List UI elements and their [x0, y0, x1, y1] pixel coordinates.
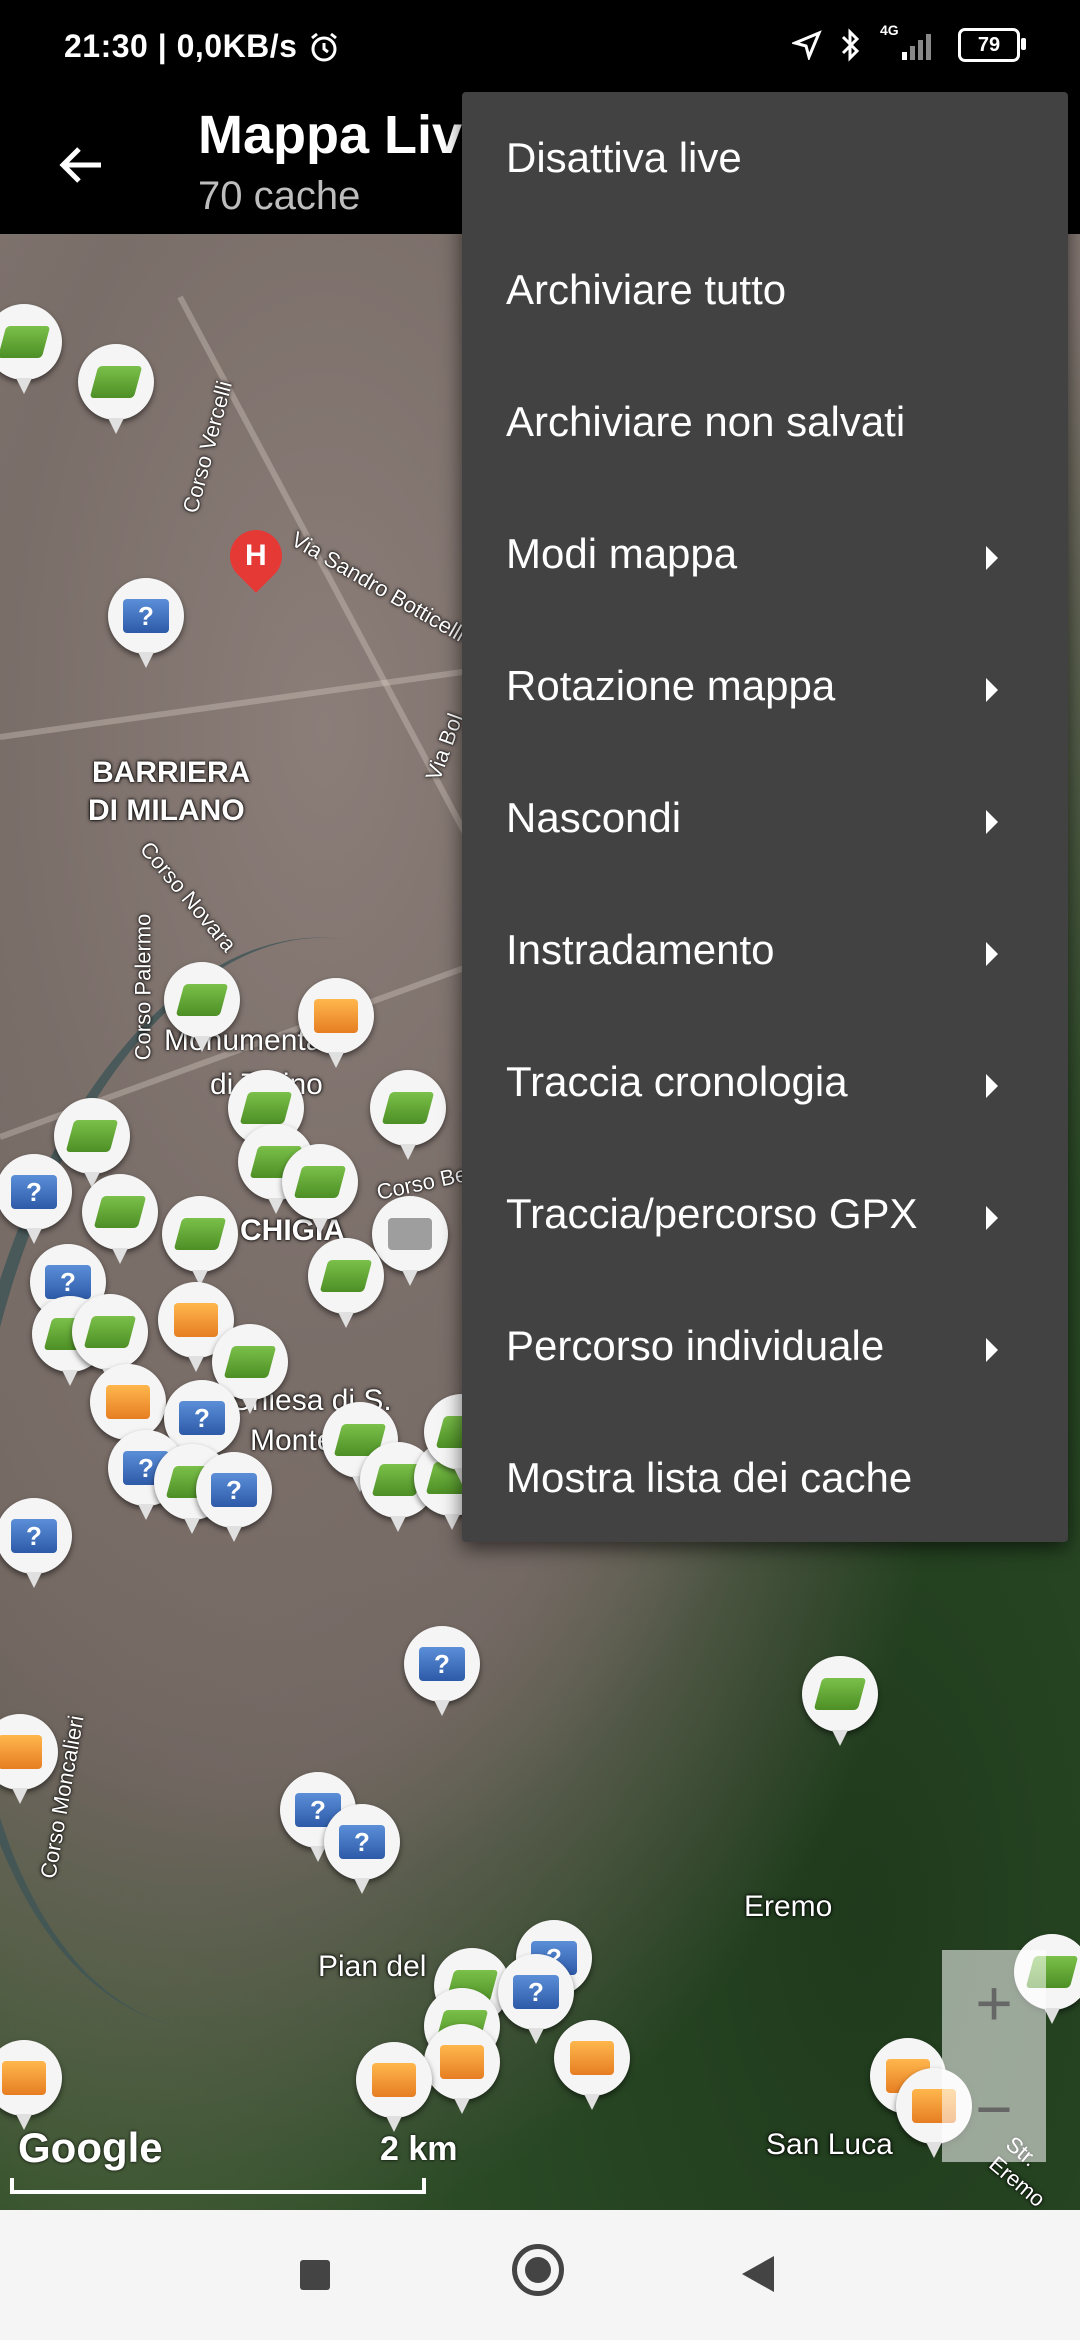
menu-item-map-rotation[interactable]: Rotazione mappa	[462, 620, 1068, 752]
map-label-place: Eremo	[744, 1890, 833, 1923]
system-back-button[interactable]	[742, 2256, 774, 2292]
home-button[interactable]	[512, 2244, 564, 2296]
menu-item-map-modes[interactable]: Modi mappa	[462, 488, 1068, 620]
page-subtitle: 70 cache	[198, 174, 361, 218]
submenu-arrow-icon	[986, 1206, 998, 1230]
cache-marker-traditional[interactable]	[78, 344, 154, 434]
map-label-place: San Luca	[766, 2128, 893, 2161]
map-label-district: BARRIERA	[92, 756, 251, 789]
cache-marker-traditional[interactable]	[54, 1098, 130, 1188]
status-bar: 21:30 | 0,0KB/s 4G 79	[0, 0, 1080, 96]
menu-item-history-track[interactable]: Traccia cronologia	[462, 1016, 1068, 1148]
arrow-left-icon	[59, 147, 101, 183]
cache-marker-multi[interactable]	[298, 978, 374, 1068]
status-left: 21:30 | 0,0KB/s	[64, 28, 341, 65]
cache-marker-traditional[interactable]	[162, 1196, 238, 1286]
map-label-place: Pian del	[318, 1950, 427, 1983]
overflow-menu: Disattiva live Archiviare tutto Archivia…	[462, 92, 1068, 1542]
cache-marker-mystery[interactable]: ?	[108, 578, 184, 668]
menu-item-hide[interactable]: Nascondi	[462, 752, 1068, 884]
cache-marker-multi[interactable]	[0, 2040, 62, 2130]
menu-item-label: Percorso individuale	[506, 1322, 885, 1369]
system-nav-bar	[0, 2210, 1080, 2340]
bluetooth-icon	[841, 28, 860, 62]
submenu-arrow-icon	[986, 1338, 998, 1362]
cache-marker-multi[interactable]	[424, 2024, 500, 2114]
scale-bar	[10, 2178, 426, 2194]
cache-marker-traditional[interactable]	[0, 304, 62, 394]
map-label-street: Corso Palermo	[130, 913, 156, 1061]
menu-item-label: Modi mappa	[506, 530, 738, 577]
back-button[interactable]	[48, 132, 114, 198]
submenu-arrow-icon	[986, 1074, 998, 1098]
map-label-place: Monte	[250, 1424, 334, 1457]
submenu-arrow-icon	[986, 546, 998, 570]
hospital-marker[interactable]: H	[219, 519, 293, 593]
location-arrow-icon	[792, 30, 822, 60]
cache-marker-traditional[interactable]	[282, 1144, 358, 1234]
cache-marker-traditional[interactable]	[802, 1656, 878, 1746]
menu-item-show-cache-list[interactable]: Mostra lista dei cache	[462, 1412, 1068, 1544]
signal-icon	[902, 34, 931, 60]
cache-marker-multi[interactable]	[90, 1364, 166, 1454]
status-time: 21:30 | 0,0KB/s	[64, 28, 298, 64]
zoom-controls: + −	[942, 1950, 1046, 2162]
menu-item-label: Mostra lista dei cache	[506, 1454, 913, 1501]
scale-label: 2 km	[380, 2130, 458, 2168]
cache-marker-traditional[interactable]	[82, 1174, 158, 1264]
page-title: Mappa Live	[198, 105, 493, 165]
submenu-arrow-icon	[986, 942, 998, 966]
cache-marker-mystery[interactable]: ?	[196, 1452, 272, 1542]
battery-icon: 79	[958, 28, 1026, 62]
menu-item-label: Nascondi	[506, 794, 682, 841]
menu-item-label: Traccia cronologia	[506, 1058, 848, 1105]
status-right: 4G 79	[792, 22, 1026, 62]
submenu-arrow-icon	[986, 810, 998, 834]
alarm-icon	[311, 32, 338, 61]
map-label-street: Corso Vercelli	[177, 378, 238, 516]
submenu-arrow-icon	[986, 678, 998, 702]
menu-item-label: Traccia/percorso GPX	[506, 1190, 918, 1237]
zoom-out-button[interactable]: −	[942, 2056, 1046, 2162]
menu-item-gpx-track[interactable]: Traccia/percorso GPX	[462, 1148, 1068, 1280]
menu-item-label: Archiviare tutto	[506, 266, 787, 313]
menu-item-archive-all[interactable]: Archiviare tutto	[462, 224, 1068, 356]
menu-item-archive-unsaved[interactable]: Archiviare non salvati	[462, 356, 1068, 488]
menu-item-label: Disattiva live	[506, 134, 742, 181]
cache-marker-traditional[interactable]	[308, 1238, 384, 1328]
cache-marker-multi[interactable]	[554, 2020, 630, 2110]
cache-marker-traditional[interactable]	[370, 1070, 446, 1160]
map-label-street: Via Sandro Botticelli	[287, 526, 470, 647]
cache-marker-multi[interactable]	[356, 2042, 432, 2132]
menu-item-label: Rotazione mappa	[506, 662, 836, 709]
battery-level: 79	[977, 33, 1001, 56]
signal-group: 4G	[880, 22, 940, 62]
map-label-district: DI MILANO	[88, 794, 245, 827]
google-logo: Google	[18, 2124, 163, 2171]
cache-marker-mystery[interactable]: ?	[324, 1804, 400, 1894]
menu-item-label: Instradamento	[506, 926, 775, 973]
cache-marker-mystery[interactable]: ?	[404, 1626, 480, 1716]
recents-button[interactable]	[300, 2260, 330, 2290]
menu-item-label: Archiviare non salvati	[506, 398, 906, 445]
cache-marker-archived[interactable]	[372, 1196, 448, 1286]
cache-marker-traditional[interactable]	[164, 962, 240, 1052]
menu-item-routing[interactable]: Instradamento	[462, 884, 1068, 1016]
menu-item-individual-route[interactable]: Percorso individuale	[462, 1280, 1068, 1412]
menu-item-disable-live[interactable]: Disattiva live	[462, 92, 1068, 224]
cache-marker-mystery[interactable]: ?	[498, 1954, 574, 2044]
zoom-in-button[interactable]: +	[942, 1950, 1046, 2056]
cache-marker-traditional[interactable]	[72, 1294, 148, 1384]
